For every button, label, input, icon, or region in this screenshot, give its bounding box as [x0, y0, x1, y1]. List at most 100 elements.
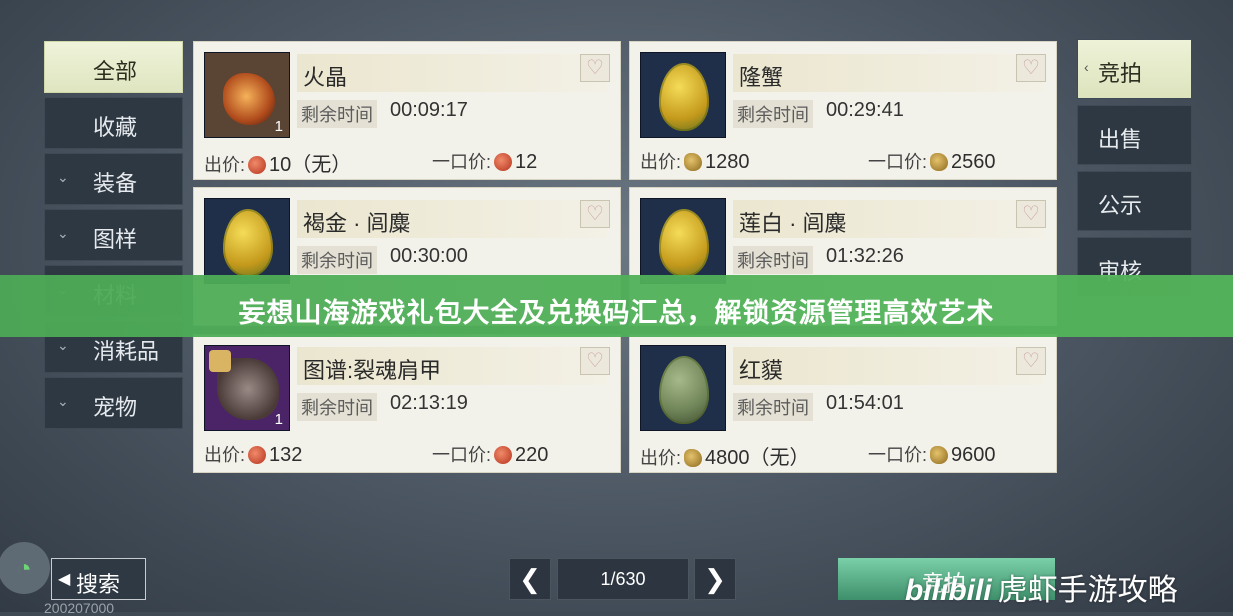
sidebar-item-all[interactable]: 全部 — [44, 41, 183, 93]
bid-label: 出价: — [640, 152, 682, 172]
watermark-text: 虎虾手游攻略 — [997, 574, 1178, 607]
chevron-left-icon: ❮ — [519, 564, 541, 594]
buyout-price: 一口价: 220 — [432, 441, 548, 467]
green-egg-icon — [659, 356, 709, 424]
buyout-value: 220 — [515, 444, 549, 466]
yellow-egg-icon — [659, 63, 709, 131]
favorite-heart-icon[interactable]: ♡ — [580, 54, 610, 82]
next-page-button[interactable]: ❯ — [694, 558, 736, 600]
time-remaining-value: 00:29:41 — [826, 99, 904, 121]
page-indicator: 1/630 — [557, 558, 689, 600]
chevron-down-icon: ⌄ — [57, 169, 69, 185]
item-name: 隆蟹 — [739, 65, 784, 90]
tab-label: 出售 — [1098, 127, 1143, 152]
buyout-value: 12 — [515, 151, 538, 173]
item-thumbnail — [640, 52, 726, 138]
currency-coin-icon — [248, 156, 267, 174]
fire-crystal-icon — [223, 73, 275, 125]
buyout-label: 一口价: — [868, 445, 928, 465]
favorite-heart-icon[interactable]: ♡ — [1016, 54, 1046, 82]
time-remaining-value: 00:09:17 — [390, 99, 468, 121]
bid-price: 出价: 10（无） — [204, 148, 351, 177]
seed-currency-icon — [930, 446, 949, 464]
auction-item-card[interactable]: 1 图谱:裂魂肩甲 ♡ 剩余时间 02:13:19 出价: 132 一口价: 220 — [193, 334, 621, 473]
sidebar-item-label: 装备 — [93, 171, 138, 196]
chevron-down-icon: ⌄ — [57, 393, 69, 409]
tab-bid[interactable]: ‹ 竞拍 — [1077, 39, 1192, 99]
time-remaining-label: 剩余时间 — [733, 246, 813, 274]
sidebar-item-label: 图样 — [93, 227, 138, 252]
sidebar-item-favorites[interactable]: 收藏 — [44, 97, 183, 149]
buyout-label: 一口价: — [432, 152, 492, 172]
buyout-label: 一口价: — [868, 152, 928, 172]
sidebar-item-label: 宠物 — [93, 395, 138, 420]
item-thumbnail — [640, 345, 726, 431]
category-sidebar: 全部 收藏 ⌄ 装备 ⌄ 图样 ⌄ 材料 ⌄ 消耗品 ⌄ 宠物 — [44, 41, 183, 433]
bilibili-logo: bilibili — [905, 574, 992, 607]
auction-item-card[interactable]: 隆蟹 ♡ 剩余时间 00:29:41 出价: 1280 一口价: 2560 — [629, 41, 1057, 180]
bid-value: 132 — [269, 444, 303, 466]
bid-label: 出价: — [640, 448, 682, 468]
item-thumbnail: 1 — [204, 52, 290, 138]
chevron-down-icon: ⌄ — [57, 225, 69, 241]
favorite-heart-icon[interactable]: ♡ — [580, 200, 610, 228]
buyout-price: 一口价: 12 — [432, 148, 537, 174]
item-name-bar: 图谱:裂魂肩甲 — [297, 347, 607, 385]
buyout-price: 一口价: 2560 — [868, 148, 996, 174]
chevron-left-icon: ‹ — [1084, 59, 1089, 75]
auction-tabs: ‹ 竞拍 出售 公示 审核 — [1077, 39, 1192, 303]
seed-currency-icon — [930, 153, 949, 171]
player-id: 200207000 — [44, 600, 115, 616]
item-name: 莲白 · 闾麋 — [739, 211, 847, 236]
item-name-bar: 莲白 · 闾麋 — [733, 200, 1043, 238]
sidebar-item-label: 收藏 — [93, 115, 138, 140]
bid-label: 出价: — [204, 155, 246, 175]
yellow-egg-icon — [659, 209, 709, 277]
favorite-heart-icon[interactable]: ♡ — [1016, 200, 1046, 228]
sidebar-item-patterns[interactable]: ⌄ 图样 — [44, 209, 183, 261]
chevron-right-icon: ❯ — [704, 564, 726, 594]
buyout-value: 9600 — [951, 444, 996, 466]
bid-value: 4800（无） — [705, 447, 810, 469]
pattern-tag-icon — [209, 350, 231, 372]
item-name: 褐金 · 闾麋 — [303, 211, 411, 236]
tab-announce[interactable]: 公示 — [1077, 171, 1192, 231]
time-remaining-value: 00:30:00 — [390, 245, 468, 267]
bid-value: 10（无） — [269, 154, 352, 176]
time-remaining-value: 01:32:26 — [826, 245, 904, 267]
auction-item-card[interactable]: 1 火晶 ♡ 剩余时间 00:09:17 出价: 10（无） 一口价: 12 — [193, 41, 621, 180]
tab-sell[interactable]: 出售 — [1077, 105, 1192, 165]
sidebar-item-equipment[interactable]: ⌄ 装备 — [44, 153, 183, 205]
item-name-bar: 红貘 — [733, 347, 1043, 385]
favorite-heart-icon[interactable]: ♡ — [580, 347, 610, 375]
sidebar-item-pets[interactable]: ⌄ 宠物 — [44, 377, 183, 429]
watermark: bilibili 虎虾手游攻略 — [905, 565, 1178, 609]
currency-coin-icon — [494, 153, 513, 171]
buyout-value: 2560 — [951, 151, 996, 173]
item-quantity: 1 — [274, 411, 283, 428]
sidebar-item-label: 全部 — [93, 59, 138, 84]
auction-item-card[interactable]: 红貘 ♡ 剩余时间 01:54:01 出价: 4800（无） 一口价: 9600 — [629, 334, 1057, 473]
item-name-bar: 隆蟹 — [733, 54, 1043, 92]
favorite-heart-icon[interactable]: ♡ — [1016, 347, 1046, 375]
time-remaining-label: 剩余时间 — [297, 393, 377, 421]
chevron-down-icon: ⌄ — [57, 337, 69, 353]
triangle-left-icon: ◀ — [58, 571, 71, 588]
buyout-price: 一口价: 9600 — [868, 441, 996, 467]
item-thumbnail — [640, 198, 726, 284]
bid-price: 出价: 132 — [204, 441, 302, 467]
item-thumbnail — [204, 198, 290, 284]
sidebar-item-label: 消耗品 — [93, 339, 160, 364]
search-button[interactable]: ◀ 搜索 — [51, 558, 146, 600]
search-label: 搜索 — [76, 572, 121, 597]
item-name: 火晶 — [303, 65, 348, 90]
time-remaining-label: 剩余时间 — [733, 393, 813, 421]
tab-label: 竞拍 — [1098, 61, 1143, 86]
banner-text: 妄想山海游戏礼包大全及兑换码汇总，解锁资源管理高效艺术 — [238, 298, 995, 328]
bid-value: 1280 — [705, 151, 750, 173]
item-thumbnail: 1 — [204, 345, 290, 431]
seed-currency-icon — [684, 153, 703, 171]
currency-coin-icon — [494, 446, 513, 464]
prev-page-button[interactable]: ❮ — [509, 558, 551, 600]
item-name-bar: 火晶 — [297, 54, 607, 92]
